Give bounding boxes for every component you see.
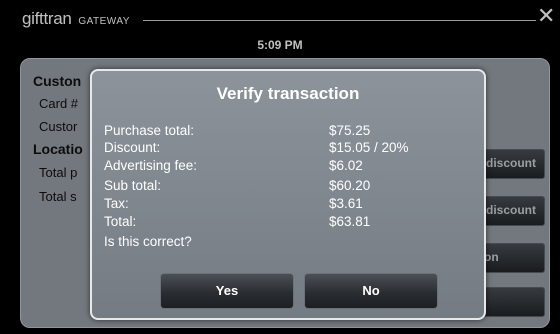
row-value: $3.61 — [329, 196, 363, 211]
row-label: Total: — [104, 214, 137, 229]
dialog-title: Verify transaction — [216, 84, 360, 103]
discount-row: Discount: $15.05 / 20% — [104, 140, 464, 156]
row-label: Advertising fee: — [104, 158, 198, 173]
verify-transaction-dialog: Verify transaction Purchase total: $75.2… — [90, 69, 486, 320]
row-label: Sub total: — [104, 178, 162, 193]
row-value: $63.81 — [329, 214, 371, 229]
yes-button[interactable]: Yes — [160, 273, 294, 309]
confirm-question: Is this correct? — [104, 234, 192, 249]
row-label: Discount: — [104, 140, 161, 155]
advertising-fee-row: Advertising fee: $6.02 — [104, 158, 464, 174]
total-row: Total: $63.81 — [104, 214, 464, 230]
purchase-total-row: Purchase total: $75.25 — [104, 123, 464, 139]
row-label: Purchase total: — [104, 123, 195, 138]
row-label: Tax: — [104, 196, 129, 211]
row-value: $60.20 — [329, 178, 371, 193]
row-value: $6.02 — [329, 158, 363, 173]
no-button[interactable]: No — [304, 273, 438, 309]
tax-row: Tax: $3.61 — [104, 196, 464, 212]
row-value: $75.25 — [329, 123, 371, 138]
row-value: $15.05 / 20% — [329, 140, 409, 155]
sub-total-row: Sub total: $60.20 — [104, 178, 464, 194]
